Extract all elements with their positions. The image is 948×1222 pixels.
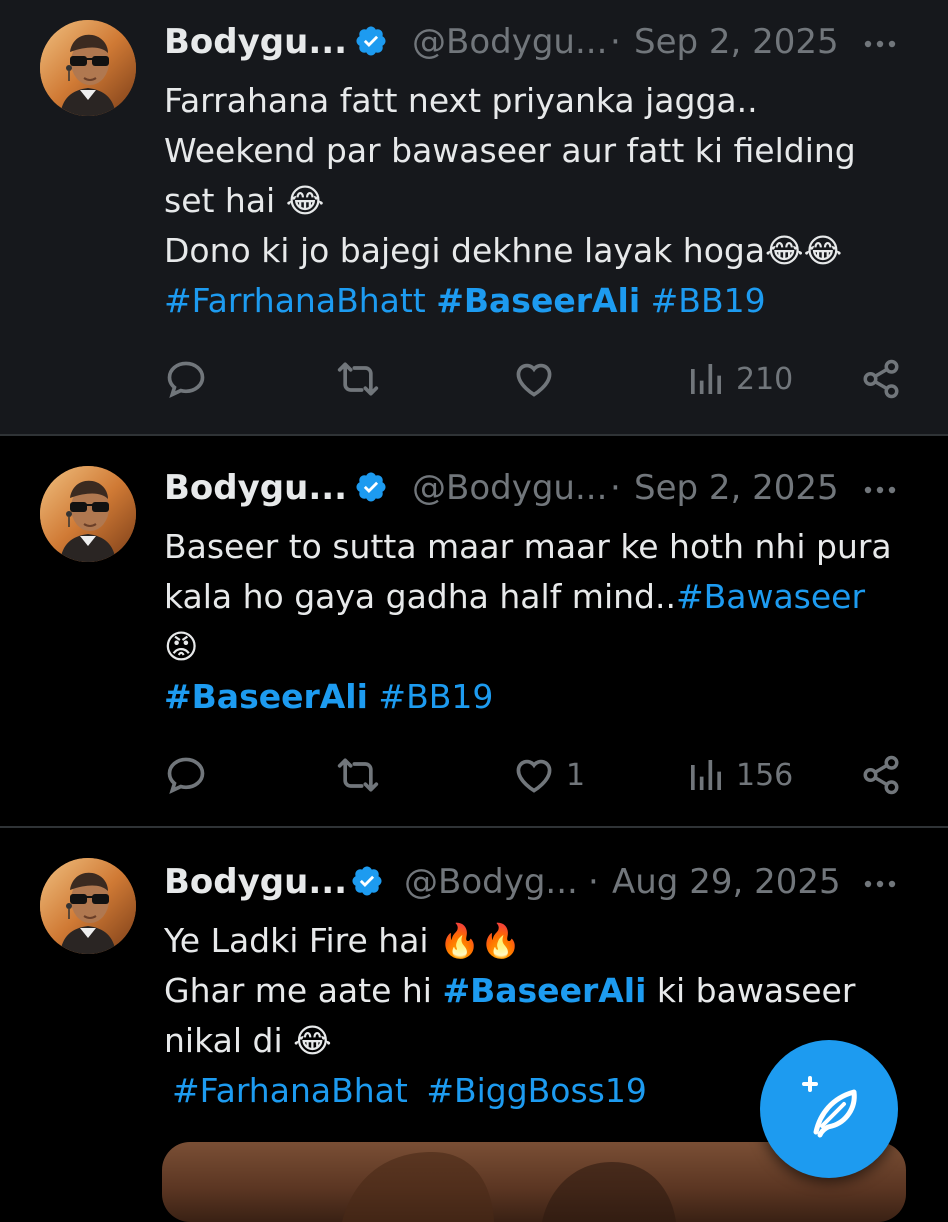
retweet-button[interactable]	[336, 750, 380, 800]
reply-icon	[164, 753, 208, 797]
views-button[interactable]: 156	[686, 750, 793, 800]
avatar[interactable]	[40, 20, 136, 116]
hashtag-link[interactable]: #BaseerAli	[164, 677, 368, 716]
tweet-line: 😡	[164, 627, 199, 666]
tweet-line: Ye Ladki Fire hai 🔥🔥	[164, 921, 522, 960]
tweet-line: Ghar me aate hi	[164, 971, 432, 1010]
user-handle[interactable]: @Bodygu...	[412, 22, 607, 62]
tweet-date[interactable]: Aug 29, 2025	[612, 862, 841, 902]
views-button[interactable]: 210	[686, 354, 793, 404]
user-handle[interactable]: @Bodyg...	[404, 862, 578, 902]
tweet-1[interactable]: Bodygu... @Bodygu... · Sep 2, 2025 Farra…	[0, 0, 948, 434]
hashtag-link[interactable]: #FarhanaBhat	[172, 1071, 408, 1110]
verified-badge-icon	[354, 24, 388, 58]
retweet-button[interactable]	[336, 354, 380, 404]
hashtag-link[interactable]: #BaseerAli	[442, 971, 646, 1010]
verified-badge-icon	[350, 864, 384, 898]
tweet-date[interactable]: Sep 2, 2025	[634, 468, 839, 508]
like-count: 1	[566, 757, 586, 793]
tweet-line: Baseer to sutta maar maar ke hoth nhi pu…	[164, 527, 892, 566]
tweet-text: Baseer to sutta maar maar ke hoth nhi pu…	[164, 522, 904, 722]
tweet-date[interactable]: Sep 2, 2025	[634, 22, 839, 62]
hashtag-link[interactable]: #BiggBoss19	[426, 1071, 647, 1110]
like-icon	[512, 357, 556, 401]
avatar[interactable]	[40, 858, 136, 954]
hashtag-line: #BaseerAli #BB19	[164, 672, 904, 722]
hashtag-link[interactable]: #Bawaseer	[676, 577, 865, 616]
more-options-icon[interactable]	[860, 862, 900, 906]
reply-button[interactable]	[164, 750, 208, 800]
more-options-icon[interactable]	[860, 22, 900, 66]
tweet-line: Dono ki jo bajegi dekhne layak hoga😂😂	[164, 231, 843, 270]
share-button[interactable]	[860, 750, 902, 800]
view-count: 156	[736, 757, 794, 793]
hashtag-line: #FarrhanaBhatt #BaseerAli #BB19	[164, 276, 904, 326]
retweet-icon	[336, 357, 380, 401]
tweet-actions: 1 156	[164, 750, 924, 800]
reply-button[interactable]	[164, 354, 208, 404]
display-name[interactable]: Bodygu...	[164, 862, 347, 902]
reply-icon	[164, 357, 208, 401]
like-button[interactable]: 1	[512, 750, 585, 800]
separator-dot: ·	[610, 22, 621, 62]
compose-post-button[interactable]	[760, 1040, 898, 1178]
tweet-line-with-tag: kala ho gaya gadha half mind..#Bawaseer	[164, 572, 904, 622]
hashtag-link[interactable]: #BB19	[378, 677, 493, 716]
views-icon	[686, 755, 726, 795]
tweet-text: Farrahana fatt next priyanka jagga.. Wee…	[164, 76, 904, 326]
tweet-2[interactable]: Bodygu... @Bodygu... · Sep 2, 2025 Basee…	[0, 436, 948, 826]
tweet-line: Farrahana fatt next priyanka jagga..	[164, 81, 758, 120]
hashtag-link[interactable]: #BB19	[651, 281, 766, 320]
tweet-line: Weekend par bawaseer aur fatt ki fieldin…	[164, 131, 856, 170]
share-icon	[860, 358, 902, 400]
like-button[interactable]	[512, 354, 566, 404]
tweet-line: ki bawaseer	[656, 971, 856, 1010]
user-handle[interactable]: @Bodygu...	[412, 468, 607, 508]
tweet-line: kala ho gaya gadha half mind..	[164, 577, 676, 616]
display-name[interactable]: Bodygu...	[164, 468, 347, 508]
hashtag-link[interactable]: #BaseerAli	[436, 281, 640, 320]
tweet-header: Bodygu... @Bodygu... · Sep 2, 2025	[164, 468, 924, 512]
more-options-icon[interactable]	[860, 468, 900, 512]
views-icon	[686, 359, 726, 399]
verified-badge-icon	[354, 470, 388, 504]
view-count: 210	[736, 361, 794, 397]
tweet-actions: 210	[164, 354, 924, 404]
avatar[interactable]	[40, 466, 136, 562]
share-icon	[860, 754, 902, 796]
tweet-line-with-tag: Ghar me aate hi #BaseerAli ki bawaseer	[164, 966, 904, 1016]
like-icon	[512, 753, 556, 797]
share-button[interactable]	[860, 354, 902, 404]
hashtag-link[interactable]: #FarrhanaBhatt	[164, 281, 426, 320]
tweet-header: Bodygu... @Bodyg... · Aug 29, 2025	[164, 862, 924, 906]
tweet-line: set hai 😂	[164, 181, 325, 220]
separator-dot: ·	[588, 862, 599, 902]
retweet-icon	[336, 753, 380, 797]
compose-post-icon	[802, 1076, 857, 1138]
display-name[interactable]: Bodygu...	[164, 22, 347, 62]
tweet-header: Bodygu... @Bodygu... · Sep 2, 2025	[164, 22, 924, 66]
separator-dot: ·	[610, 468, 621, 508]
